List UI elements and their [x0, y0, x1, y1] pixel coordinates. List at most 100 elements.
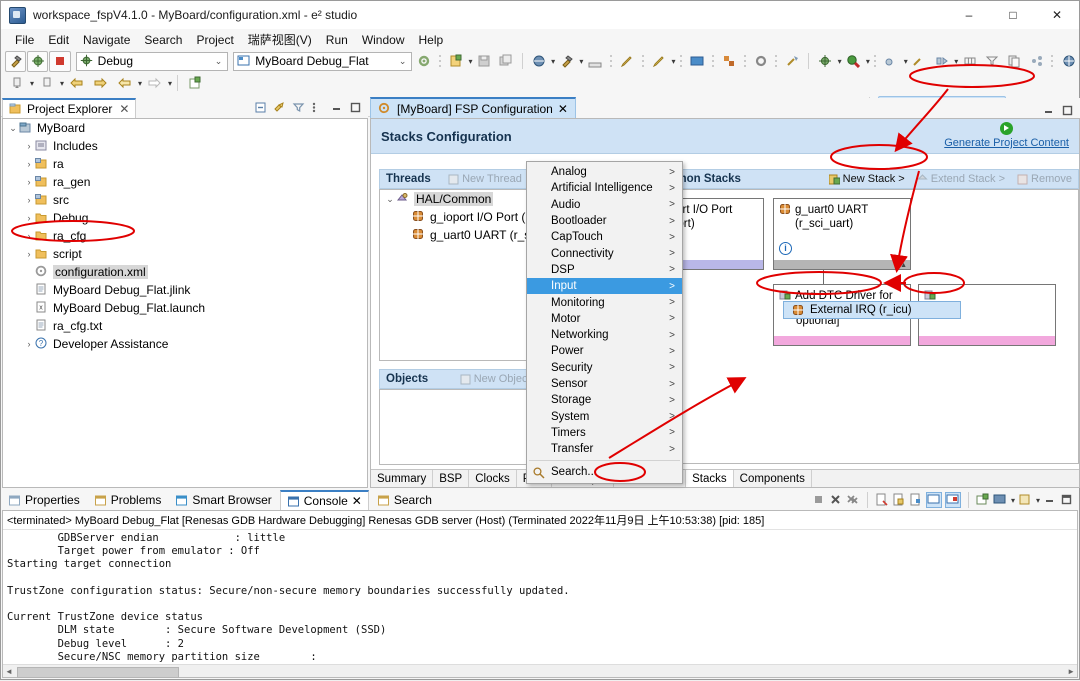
console-horizontal-scrollbar[interactable]: ◄ ►	[3, 664, 1077, 678]
new-console-view-icon[interactable]	[1018, 493, 1032, 507]
close-button[interactable]: ✕	[1035, 1, 1079, 29]
console-tab-problems[interactable]: Problems	[88, 491, 168, 510]
editor-bottom-tab-clocks[interactable]: Clocks	[469, 470, 517, 487]
tree-expand-arrow[interactable]: ›	[23, 249, 35, 259]
external-tools-caret[interactable]: ▾	[551, 57, 555, 66]
menu-item-dsp[interactable]: DSP >	[527, 262, 682, 278]
step-icon[interactable]	[909, 51, 930, 72]
display-console-icon[interactable]	[925, 492, 942, 508]
tree-expand-arrow[interactable]: ›	[23, 231, 35, 241]
console-maximize-icon[interactable]	[1060, 493, 1074, 507]
project-tree-node[interactable]: › Debug	[3, 209, 367, 227]
scroll-left-arrow[interactable]: ◄	[5, 667, 13, 676]
link-with-editor-icon[interactable]	[273, 101, 287, 115]
console-tab-smart-browser[interactable]: Smart Browser	[169, 491, 277, 510]
debug-configuration-combo[interactable]: Debug ⌄	[75, 51, 229, 71]
maximize-button[interactable]: □	[991, 1, 1035, 29]
stack-box-uart-scroll-up-icon[interactable]: ▲	[900, 262, 907, 269]
new-thread-button[interactable]: New Thread	[448, 173, 522, 185]
menu-item-transfer[interactable]: Transfer >	[527, 441, 682, 457]
collapse-all-icon[interactable]	[254, 101, 268, 115]
menu-search[interactable]: Search	[137, 31, 189, 49]
project-tree-node[interactable]: MyBoard Debug_Flat.jlink	[3, 281, 367, 299]
menu-item-analog[interactable]: Analog >	[527, 164, 682, 180]
save-all-icon[interactable]	[496, 51, 517, 72]
open-type-icon[interactable]	[5, 73, 28, 94]
maximize-icon[interactable]	[349, 101, 363, 115]
run-config-caret[interactable]: ▾	[838, 57, 842, 66]
close-icon[interactable]: ✕	[119, 102, 129, 116]
globe-icon[interactable]	[1058, 51, 1079, 72]
tree-expand-arrow[interactable]: ›	[23, 213, 35, 223]
editor-bottom-tab-bsp[interactable]: BSP	[433, 470, 470, 487]
project-tree-node[interactable]: › src	[3, 191, 367, 209]
tree-expand-arrow[interactable]: ›	[23, 159, 35, 169]
menu-item-search[interactable]: Search...	[527, 464, 682, 480]
project-tree-node[interactable]: ra_cfg.txt	[3, 317, 367, 335]
remove-launch-icon[interactable]	[829, 493, 843, 507]
back-history-caret[interactable]: ▾	[138, 79, 142, 88]
copy-icon[interactable]	[1004, 51, 1025, 72]
editor-bottom-tab-stacks[interactable]: Stacks	[686, 470, 734, 487]
generate-project-content[interactable]: Generate Project Content	[944, 122, 1069, 149]
view-menu-icon[interactable]	[311, 101, 325, 115]
menu-item-networking[interactable]: Networking >	[527, 327, 682, 343]
marker-caret[interactable]: ▾	[672, 57, 676, 66]
project-tree-node[interactable]: ›? Developer Assistance	[3, 335, 367, 353]
menu-item-timers[interactable]: Timers >	[527, 425, 682, 441]
blocks-icon[interactable]	[718, 51, 739, 72]
back-history-icon[interactable]	[113, 73, 136, 94]
tab-fsp-configuration[interactable]: [MyBoard] FSP Configuration ✕	[370, 97, 576, 118]
share-icon[interactable]	[1026, 51, 1047, 72]
marker-icon[interactable]	[648, 51, 669, 72]
new-stack-dropdown-menu[interactable]: Analog > Artificial Intelligence > Audio > Boo…	[526, 161, 683, 484]
forward-history-caret[interactable]: ▾	[168, 79, 172, 88]
open-resource-caret[interactable]: ▾	[60, 79, 64, 88]
menu-run[interactable]: Run	[319, 31, 355, 49]
project-tree-node[interactable]: ⌄ MyBoard	[3, 119, 367, 137]
tree-expand-arrow[interactable]: ›	[23, 195, 35, 205]
forward-history-icon[interactable]	[143, 73, 166, 94]
build-hammer-icon[interactable]	[5, 50, 27, 72]
editor-close-icon[interactable]: ✕	[558, 102, 568, 116]
back-arrow-icon[interactable]	[65, 73, 88, 94]
project-tree-node[interactable]: x MyBoard Debug_Flat.launch	[3, 299, 367, 317]
external-irq-menu-item[interactable]: External IRQ (r_icu)	[783, 301, 961, 319]
project-tree-node[interactable]: › ra_gen	[3, 173, 367, 191]
build-tool-caret[interactable]: ▾	[579, 57, 583, 66]
save-icon[interactable]	[474, 51, 495, 72]
chevron-down-icon[interactable]: ⌄	[215, 56, 225, 67]
display-console-caret[interactable]: ▾	[1011, 496, 1015, 505]
forward-arrow-icon[interactable]	[89, 73, 112, 94]
remove-all-launches-icon[interactable]	[846, 493, 860, 507]
project-tree-node[interactable]: › script	[3, 245, 367, 263]
minimize-icon[interactable]	[330, 101, 344, 115]
view-filter-icon[interactable]	[292, 101, 306, 115]
launch-target-combo[interactable]: MyBoard Debug_Flat ⌄	[233, 51, 413, 71]
minimize-button[interactable]: –	[947, 1, 991, 29]
terminate-icon[interactable]	[812, 493, 826, 507]
comment-icon[interactable]	[686, 51, 707, 72]
menu-item-monitoring[interactable]: Monitoring >	[527, 294, 682, 310]
new-wizard-icon[interactable]	[445, 51, 466, 72]
stacks-canvas[interactable]: g_ioport I/O Port (r_ioport) i g_uart0 U…	[617, 189, 1079, 464]
console-tab-console[interactable]: Console ✕	[279, 489, 369, 511]
tab-project-explorer[interactable]: Project Explorer ✕	[2, 97, 137, 119]
menu-item-audio[interactable]: Audio >	[527, 197, 682, 213]
scroll-lock-icon[interactable]	[892, 493, 906, 507]
editor-minimize-icon[interactable]	[1042, 104, 1056, 118]
tree-expand-arrow[interactable]: ⌄	[7, 123, 19, 134]
console-minimize-icon[interactable]	[1043, 493, 1057, 507]
generate-project-content-link[interactable]: Generate Project Content	[944, 137, 1069, 150]
new-stack-button[interactable]: New Stack >	[828, 173, 905, 185]
menu-item-input[interactable]: Input >	[527, 278, 682, 295]
profile-caret[interactable]: ▾	[904, 57, 908, 66]
open-type-caret[interactable]: ▾	[30, 79, 34, 88]
remove-stack-button[interactable]: Remove	[1017, 173, 1072, 185]
tree-expand-arrow[interactable]: ›	[23, 339, 35, 349]
menu-item-connectivity[interactable]: Connectivity >	[527, 245, 682, 261]
stack-box-uart[interactable]: g_uart0 UART (r_sci_uart) i ▲	[773, 198, 911, 270]
extend-stack-button[interactable]: Extend Stack >	[917, 173, 1005, 185]
profile-icon[interactable]	[881, 51, 902, 72]
menu-navigate[interactable]: Navigate	[76, 31, 137, 49]
